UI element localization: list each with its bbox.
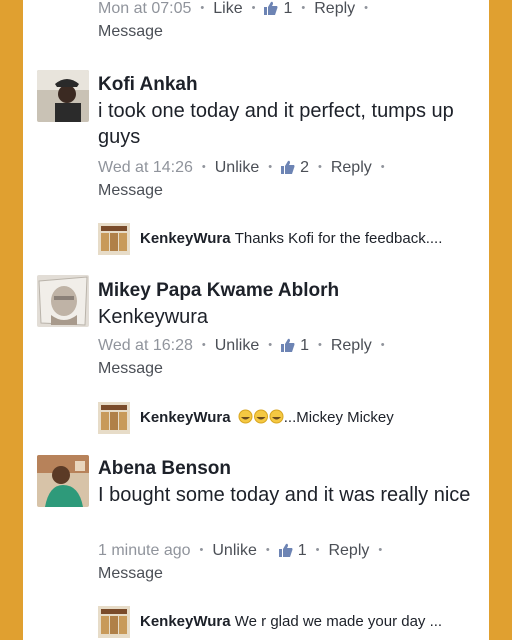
comment-text: I bought some today and it was really ni… <box>98 484 471 506</box>
thumbs-up-icon <box>281 159 295 180</box>
reply-author[interactable]: KenkeyWura <box>140 230 231 247</box>
comment-thread: Mon at 07:05 • Like • 1 • Reply • Message Kofi A… <box>23 0 489 640</box>
message-button[interactable]: Message <box>98 360 163 377</box>
reply-item: KenkeyWura ...Mickey Mickey <box>98 402 488 434</box>
page-avatar[interactable] <box>98 223 130 255</box>
commenter-name[interactable]: Kofi Ankah <box>98 74 198 96</box>
reply-button[interactable]: Reply <box>331 159 372 176</box>
message-button[interactable]: Message <box>98 23 163 40</box>
comment-timestamp[interactable]: 1 minute ago <box>98 542 191 559</box>
reply-author[interactable]: KenkeyWura <box>140 409 231 426</box>
separator-dot: • <box>200 2 205 14</box>
unlike-button[interactable]: Unlike <box>212 542 256 559</box>
grinning-face-icon <box>238 409 284 428</box>
thumbs-up-icon <box>278 542 293 563</box>
reply-button[interactable]: Reply <box>328 542 369 559</box>
reaction-count[interactable]: 1 <box>283 0 292 17</box>
comment-meta: Wed at 16:28 • Unlike • 1 • Reply • Message <box>98 337 385 377</box>
comment-timestamp[interactable]: Mon at 07:05 <box>98 0 191 17</box>
avatar[interactable] <box>37 275 89 327</box>
comment-text: Kenkeywura <box>98 306 209 328</box>
thumbs-up-icon <box>281 337 295 358</box>
comment-meta: 1 minute ago • Unlike • 1 • Reply • Message <box>98 542 383 582</box>
reply-button[interactable]: Reply <box>314 0 355 17</box>
reply-item: KenkeyWura We r glad we made your day ..… <box>98 606 488 638</box>
unlike-button[interactable]: Unlike <box>215 337 259 354</box>
avatar[interactable] <box>37 455 89 507</box>
reply-button[interactable]: Reply <box>331 337 372 354</box>
message-button[interactable]: Message <box>98 182 163 199</box>
thumbs-up-icon <box>264 0 278 21</box>
commenter-name[interactable]: Abena Benson <box>98 458 231 480</box>
reaction-count[interactable]: 1 <box>298 542 307 559</box>
avatar[interactable] <box>37 70 89 122</box>
page-avatar[interactable] <box>98 606 130 638</box>
reply-item: KenkeyWura Thanks Kofi for the feedback.… <box>98 223 488 255</box>
comment-meta: Mon at 07:05 • Like • 1 • Reply • Message <box>98 0 369 40</box>
comment-text: i took one today and it perfect, tumps u… <box>98 100 454 148</box>
reply-text: We r glad we made your day ... <box>234 613 443 630</box>
commenter-name[interactable]: Mikey Papa Kwame Ablorh <box>98 280 339 302</box>
reply-text: ...Mickey Mickey <box>283 409 394 426</box>
reaction-count[interactable]: 1 <box>300 337 309 354</box>
page-avatar[interactable] <box>98 402 130 434</box>
unlike-button[interactable]: Unlike <box>215 159 259 176</box>
reply-text: Thanks Kofi for the feedback.... <box>234 230 443 247</box>
message-button[interactable]: Message <box>98 565 163 582</box>
reply-author[interactable]: KenkeyWura <box>140 613 231 630</box>
comment-timestamp[interactable]: Wed at 16:28 <box>98 337 193 354</box>
like-button[interactable]: Like <box>213 0 242 17</box>
reaction-count[interactable]: 2 <box>300 159 309 176</box>
comment-meta: Wed at 14:26 • Unlike • 2 • Reply • Message <box>98 159 385 199</box>
comment-timestamp[interactable]: Wed at 14:26 <box>98 159 193 176</box>
